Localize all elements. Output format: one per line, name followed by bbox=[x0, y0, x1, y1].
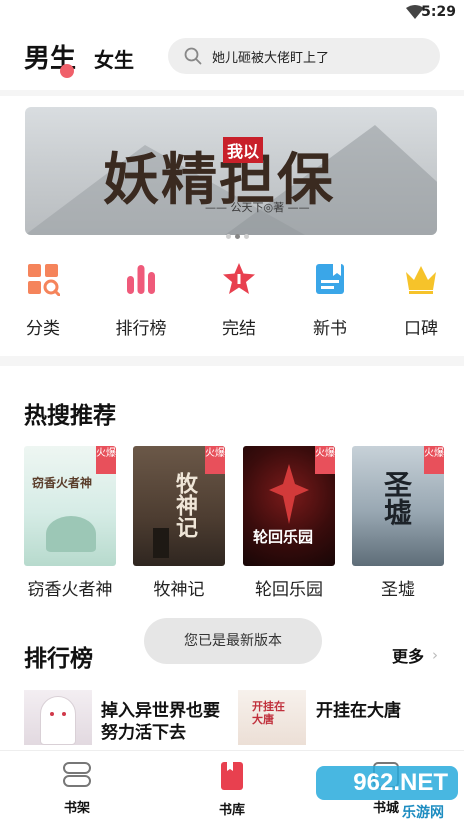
book-title: 牧神记 bbox=[153, 580, 205, 600]
category-label: 分类 bbox=[26, 319, 60, 339]
library-icon bbox=[221, 762, 243, 790]
carousel-indicator bbox=[226, 224, 253, 243]
star-badge-icon bbox=[223, 263, 255, 294]
status-time: 5:29 bbox=[421, 4, 456, 20]
ranking-cover-title: 开挂在大唐 bbox=[252, 700, 285, 726]
category-label: 口碑 bbox=[404, 319, 438, 339]
book-tag-hot: 火爆 bbox=[96, 446, 116, 474]
more-link[interactable]: 更多 bbox=[392, 643, 424, 667]
section-divider bbox=[0, 356, 464, 366]
book-item[interactable]: 牧神记 火爆 牧神记 bbox=[133, 446, 229, 600]
section-title-hot-search: 热搜推荐 bbox=[24, 403, 116, 429]
category-grid-icon bbox=[28, 264, 61, 297]
carousel-dot bbox=[244, 234, 249, 239]
status-bar: 5:29 bbox=[0, 0, 464, 26]
category-item-new-book[interactable]: 新书 bbox=[300, 262, 360, 339]
book-cover-title: 圣墟 bbox=[380, 470, 413, 526]
ranking-item[interactable]: 开挂在大唐 开挂在大唐 bbox=[238, 690, 438, 745]
new-book-icon bbox=[316, 264, 344, 294]
bookshelf-icon bbox=[63, 762, 91, 787]
update-toast: 您已是最新版本 bbox=[144, 618, 322, 664]
search-placeholder: 她儿砸被大佬盯上了 bbox=[212, 51, 330, 66]
ranking-cover: 开挂在大唐 bbox=[238, 690, 306, 745]
ranking-item-title: 掉入异世界也要努力活下去 bbox=[101, 701, 220, 743]
book-cover-title: 牧神记 bbox=[172, 472, 198, 538]
ranking-cover-art bbox=[62, 712, 66, 716]
category-item-ranking[interactable]: 排行榜 bbox=[111, 262, 171, 339]
banner-seal: 我以 bbox=[223, 137, 264, 163]
book-cover-art bbox=[153, 528, 169, 558]
crown-icon bbox=[406, 266, 436, 294]
nav-item-library[interactable]: 书库 bbox=[202, 761, 262, 818]
category-label: 新书 bbox=[313, 319, 347, 339]
watermark-text: 962.NET bbox=[353, 769, 448, 796]
tab-female[interactable]: 女生 bbox=[94, 44, 134, 73]
book-tag-hot: 火爆 bbox=[424, 446, 444, 474]
header-divider bbox=[0, 90, 464, 96]
category-item-reputation[interactable]: 口碑 bbox=[391, 262, 451, 339]
ranking-cover bbox=[24, 690, 92, 745]
tab-active-indicator bbox=[60, 64, 74, 78]
nav-label: 书库 bbox=[218, 803, 245, 818]
banner-carousel[interactable]: 妖精担保 我以 —— 公天下◎著 —— bbox=[25, 107, 437, 235]
book-title: 窃香火者神 bbox=[27, 580, 113, 600]
ranking-cover-art bbox=[40, 696, 76, 745]
book-item[interactable]: 窃香火者神 火爆 窃香火者神 bbox=[24, 446, 120, 600]
book-cover-emblem bbox=[269, 464, 309, 524]
book-cover-title: 窃香火者神 bbox=[32, 476, 93, 490]
category-label: 完结 bbox=[222, 319, 256, 339]
category-item-finished[interactable]: 完结 bbox=[209, 262, 269, 339]
site-watermark-logo: 962.NET 乐游网 bbox=[308, 766, 458, 822]
top-bar: 男生 女生 她儿砸被大佬盯上了 bbox=[0, 34, 464, 82]
book-cover: 轮回乐园 火爆 bbox=[243, 446, 335, 566]
book-cover-art bbox=[46, 516, 96, 552]
category-label: 排行榜 bbox=[115, 319, 167, 339]
book-cover-title: 轮回乐园 bbox=[253, 528, 314, 546]
book-tag-hot: 火爆 bbox=[205, 446, 225, 474]
book-title: 圣墟 bbox=[381, 580, 415, 600]
banner-author: —— 公天下◎著 —— bbox=[205, 201, 310, 214]
search-icon bbox=[184, 47, 202, 65]
watermark-subtext: 乐游网 bbox=[402, 805, 444, 821]
section-title-ranking: 排行榜 bbox=[24, 646, 93, 672]
search-input[interactable]: 她儿砸被大佬盯上了 bbox=[168, 38, 440, 74]
ranking-cover-art bbox=[50, 712, 54, 716]
nav-label: 书架 bbox=[63, 801, 90, 816]
chevron-right-icon[interactable]: › bbox=[432, 646, 438, 664]
book-item[interactable]: 圣墟 火爆 圣墟 bbox=[352, 446, 448, 600]
book-cover: 窃香火者神 火爆 bbox=[24, 446, 116, 566]
book-cover: 牧神记 火爆 bbox=[133, 446, 225, 566]
carousel-dot-active bbox=[235, 234, 240, 239]
book-item[interactable]: 轮回乐园 火爆 轮回乐园 bbox=[243, 446, 339, 600]
book-tag-hot: 火爆 bbox=[315, 446, 335, 474]
category-item-classify[interactable]: 分类 bbox=[13, 262, 73, 339]
ranking-item-title: 开挂在大唐 bbox=[316, 701, 401, 721]
nav-item-bookshelf[interactable]: 书架 bbox=[47, 761, 107, 816]
book-cover: 圣墟 火爆 bbox=[352, 446, 444, 566]
ranking-bars-icon bbox=[127, 265, 155, 294]
carousel-dot bbox=[226, 234, 231, 239]
category-row: 分类 排行榜 完结 新书 口碑 bbox=[0, 262, 464, 342]
book-title: 轮回乐园 bbox=[255, 580, 323, 600]
ranking-item[interactable]: 掉入异世界也要努力活下去 bbox=[24, 690, 234, 745]
